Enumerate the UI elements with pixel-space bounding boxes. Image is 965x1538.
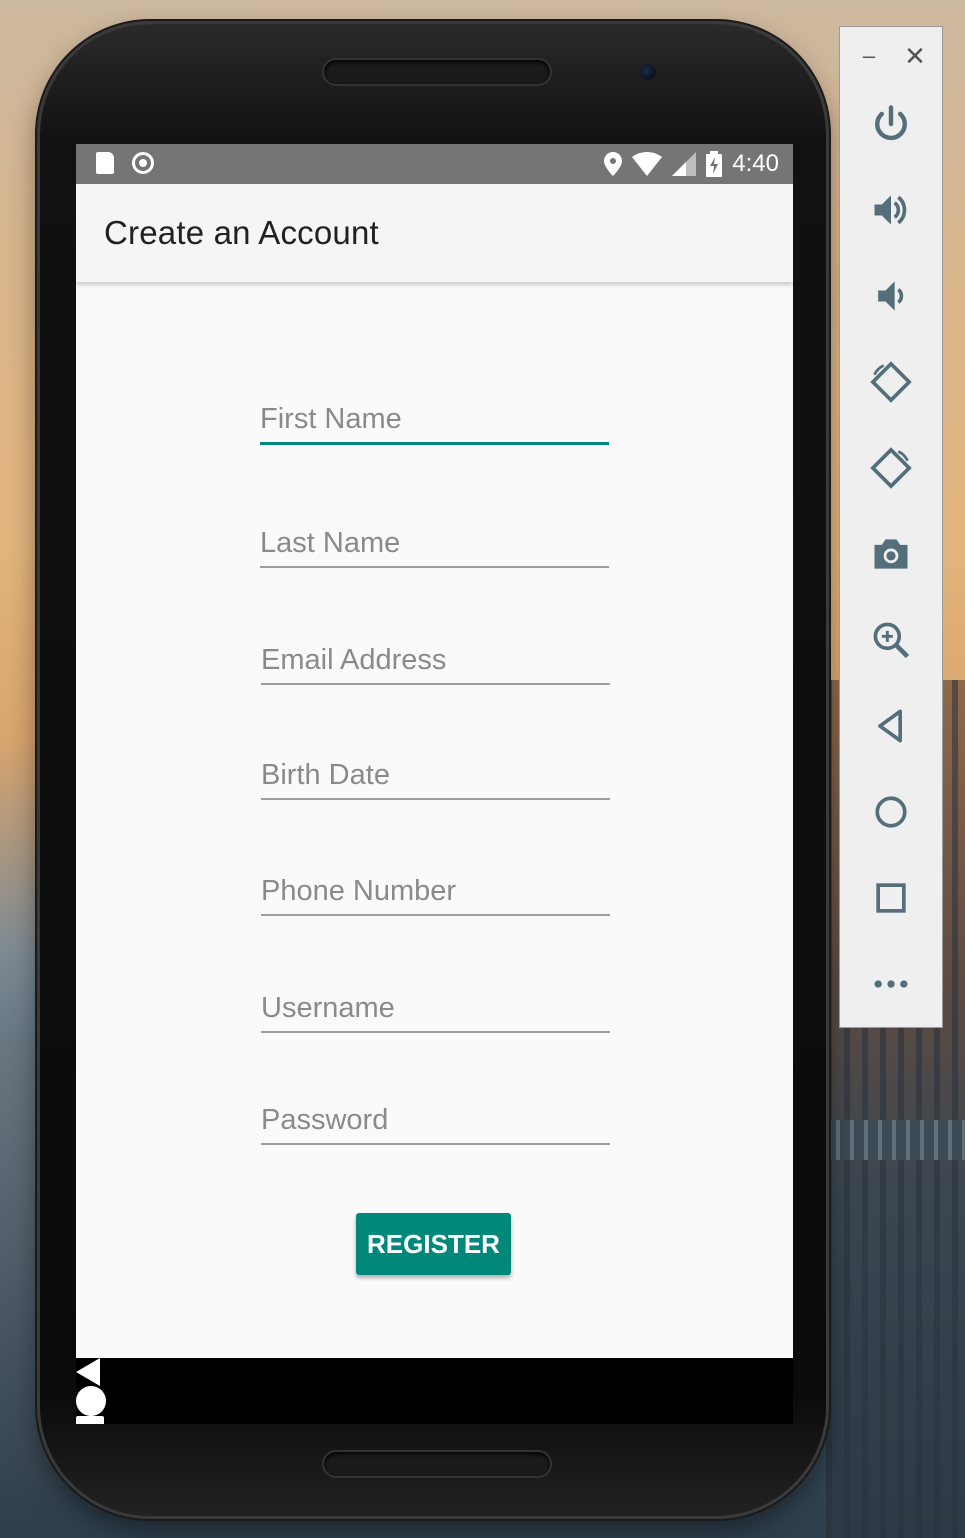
rotate-right-icon[interactable] xyxy=(866,443,916,493)
rotate-left-icon[interactable] xyxy=(866,357,916,407)
zoom-icon[interactable] xyxy=(866,615,916,665)
front-camera xyxy=(640,64,656,80)
screenshot-camera-icon[interactable] xyxy=(866,529,916,579)
back-icon[interactable] xyxy=(866,701,916,751)
recording-icon xyxy=(132,152,154,174)
phone-number-field[interactable]: Phone Number xyxy=(261,868,610,916)
status-bar: 4:40 xyxy=(76,144,793,184)
last-name-field[interactable]: Last Name xyxy=(260,520,609,568)
location-icon xyxy=(604,152,623,176)
birth-date-hint: Birth Date xyxy=(261,759,390,791)
email-address-field[interactable]: Email Address xyxy=(261,637,610,685)
username-field[interactable]: Username xyxy=(261,985,610,1033)
power-icon[interactable] xyxy=(866,99,916,149)
nav-recents-icon[interactable] xyxy=(76,1416,104,1424)
volume-up-icon[interactable] xyxy=(866,185,916,235)
nav-home-icon[interactable] xyxy=(76,1386,106,1416)
sd-card-icon xyxy=(96,152,114,174)
bottom-speaker xyxy=(322,1450,552,1478)
status-time: 4:40 xyxy=(732,150,779,177)
email-address-hint: Email Address xyxy=(261,644,447,676)
first-name-field[interactable]: First Name xyxy=(260,396,609,445)
home-icon[interactable] xyxy=(866,787,916,837)
page-title: Create an Account xyxy=(104,214,379,251)
more-icon[interactable] xyxy=(866,959,916,1009)
overview-icon[interactable] xyxy=(866,873,916,923)
background-bridge-deck xyxy=(826,1120,965,1160)
signal-icon xyxy=(672,152,697,176)
register-button[interactable]: REGISTER xyxy=(356,1213,511,1275)
username-hint: Username xyxy=(261,992,395,1024)
phone-frame: 4:40 Create an Account First Name Last N… xyxy=(40,24,826,1516)
close-button[interactable]: ✕ xyxy=(900,41,930,71)
first-name-hint: First Name xyxy=(260,403,402,435)
volume-down-icon[interactable] xyxy=(866,271,916,321)
minimize-button[interactable]: – xyxy=(854,41,884,71)
app-bar: Create an Account xyxy=(76,184,793,282)
birth-date-field[interactable]: Birth Date xyxy=(261,752,610,800)
password-hint: Password xyxy=(261,1104,389,1136)
navigation-bar xyxy=(76,1358,793,1424)
top-speaker xyxy=(322,58,552,86)
phone-number-hint: Phone Number xyxy=(261,875,457,907)
battery-charging-icon xyxy=(706,151,723,177)
password-field[interactable]: Password xyxy=(261,1097,610,1145)
wifi-icon xyxy=(632,152,663,176)
nav-back-icon[interactable] xyxy=(76,1358,100,1386)
last-name-hint: Last Name xyxy=(260,527,401,559)
device-screen: 4:40 Create an Account First Name Last N… xyxy=(76,144,793,1424)
emulator-side-panel: – ✕ xyxy=(839,26,943,1028)
